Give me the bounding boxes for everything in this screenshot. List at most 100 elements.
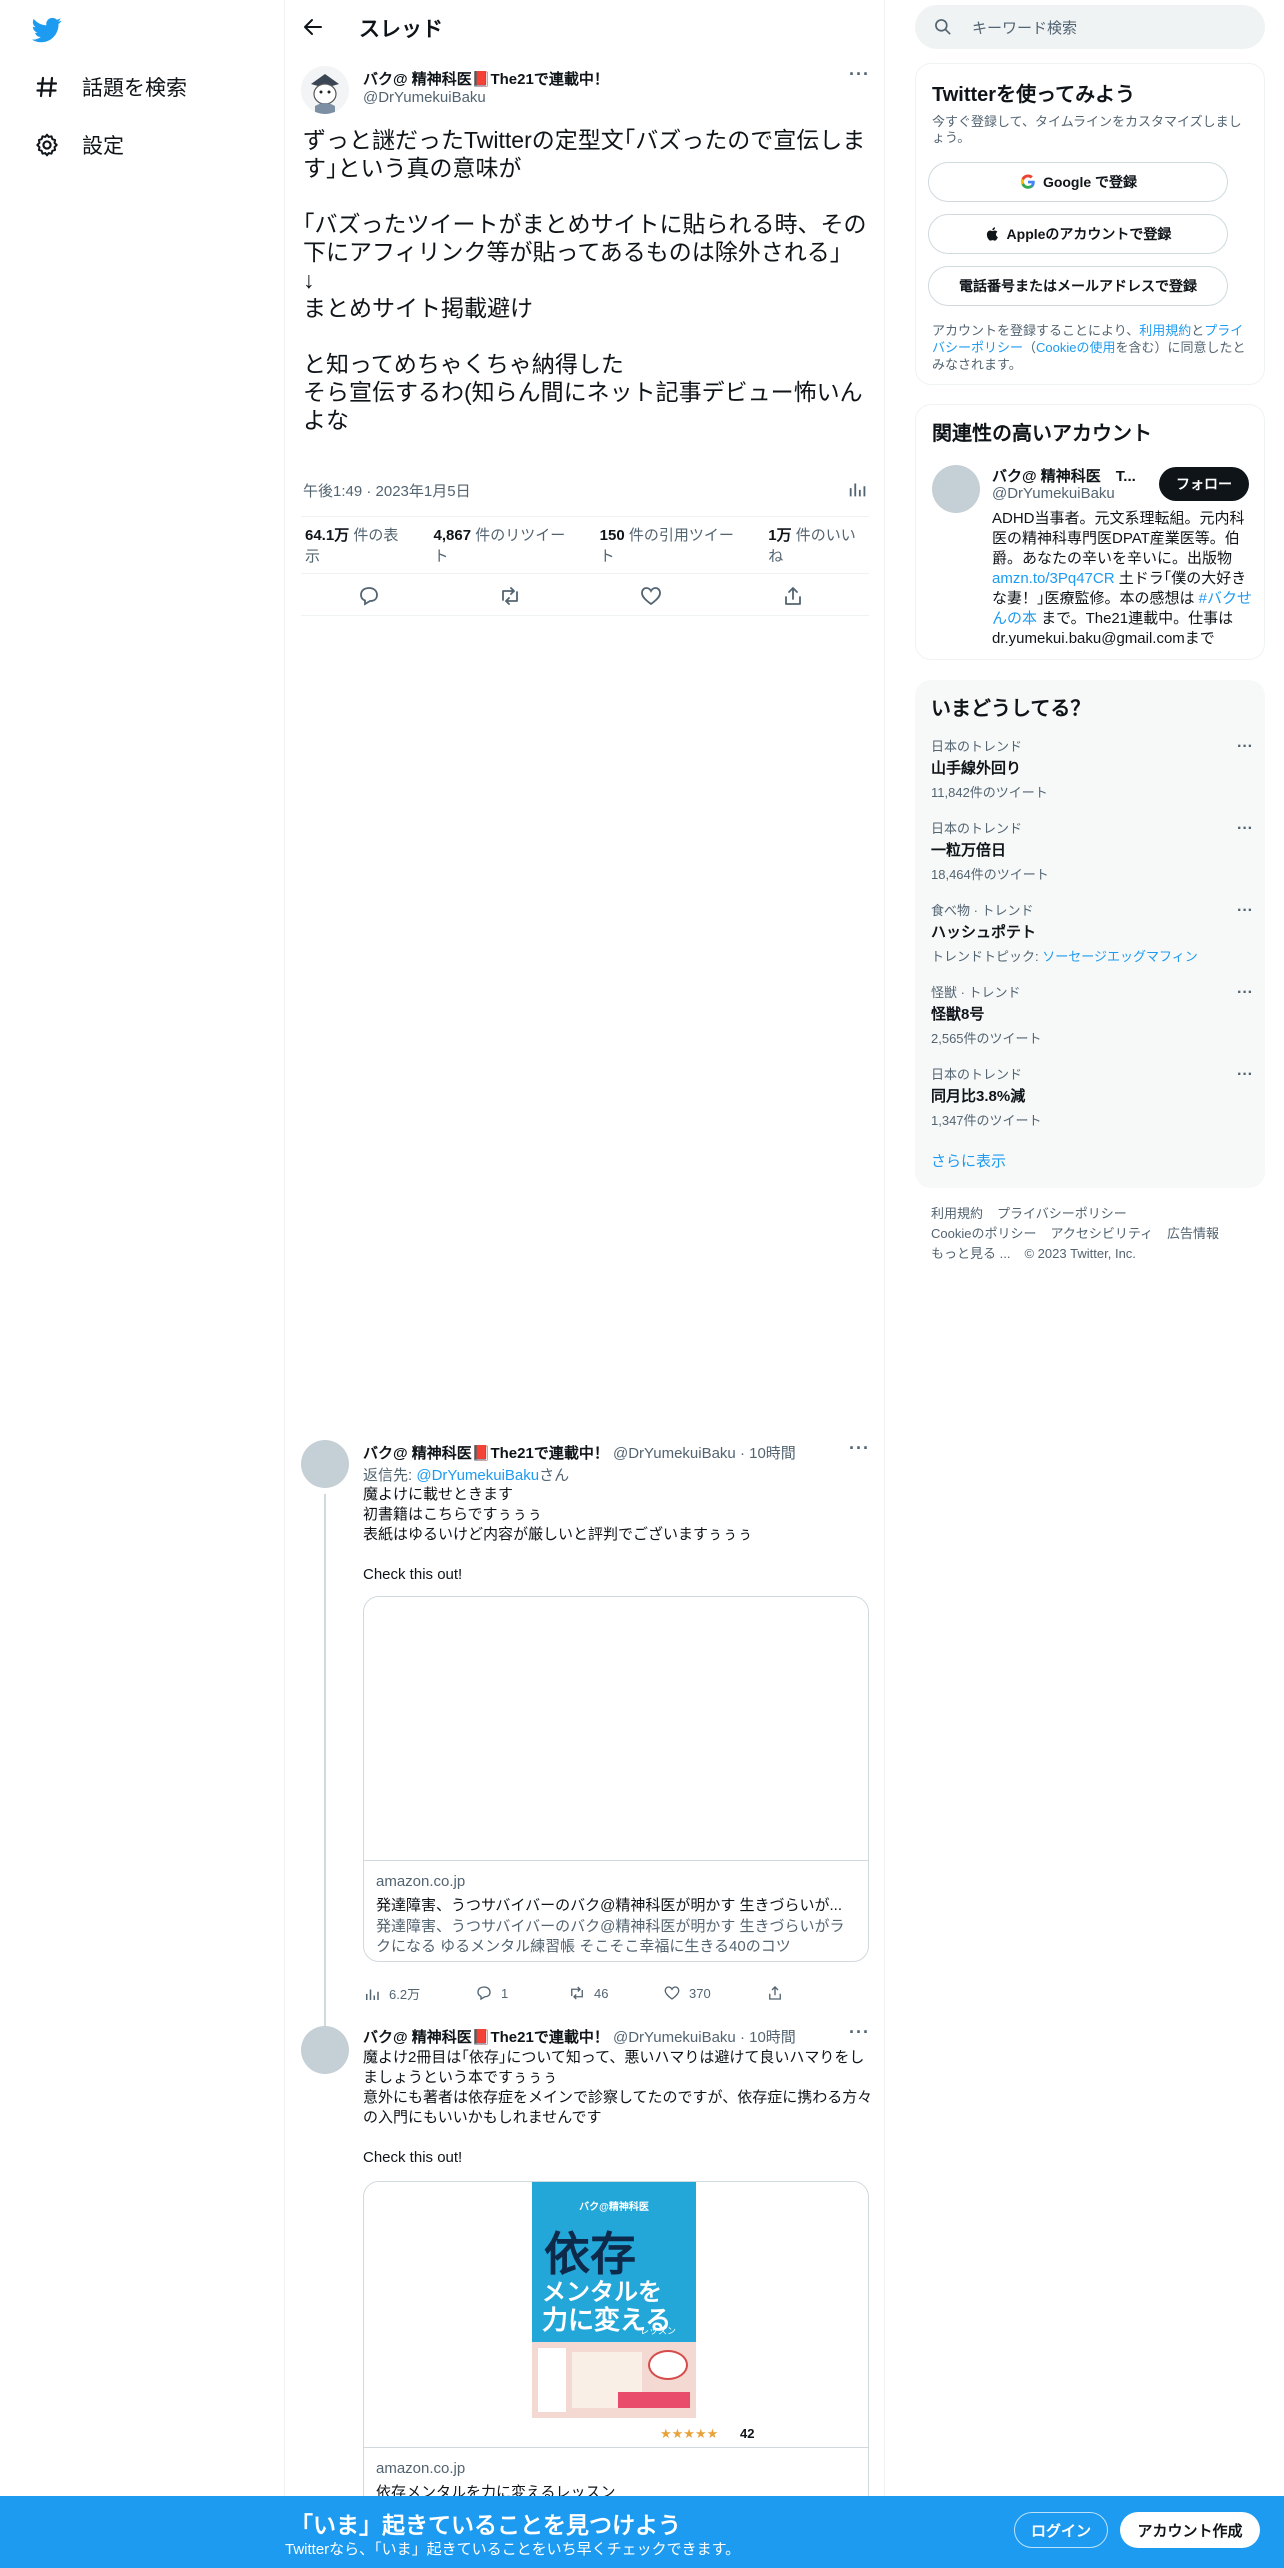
footer-privacy[interactable]: プライバシーポリシー (997, 1206, 1127, 1221)
like-button[interactable]: 370 (663, 1984, 711, 2002)
nav-explore-label: 話題を検索 (82, 77, 187, 100)
reply-header: バク@ 精神科医📕The21で連載中！ @DrYumekuiBaku · 10時… (363, 1445, 796, 1462)
back-arrow-icon[interactable] (301, 15, 325, 39)
follow-button[interactable]: フォロー (1159, 467, 1249, 501)
bottom-signup-bar: 「いま」起きていることを見つけよう Twitterなら、「いま」起きていることを… (0, 2496, 1284, 2568)
footer-links: 利用規約 プライバシーポリシー Cookieのポリシー アクセシビリティ 広告情報 も… (931, 1204, 1251, 1264)
trend-topic-link[interactable]: ソーセージエッグマフィン (1042, 949, 1197, 964)
cookie-link[interactable]: Cookieの使用 (1036, 340, 1115, 355)
related-bio: ADHD当事者。元文系理転組。元内科医の精神科専門医DPAT産業医等。伯爵。あな… (992, 510, 1253, 647)
trend-item[interactable]: 日本のトレンド 一粒万倍日 18,464件のツイート ··· (931, 818, 1253, 883)
page-title: スレッド (359, 18, 443, 41)
reply-author-handle[interactable]: @DrYumekuiBaku (613, 2029, 736, 2046)
tweet-timestamp[interactable]: 午後1:49 · 2023年1月5日 (303, 480, 471, 501)
replying-to-link[interactable]: @DrYumekuiBaku (416, 1467, 539, 1484)
views-icon (366, 1989, 379, 2000)
reply-text: 魔よけに載せときます 初書籍はこちらですぅぅぅ 表紙はゆるいけど内容が厳しいと評… (363, 1486, 753, 1583)
hashtag-icon (34, 74, 60, 100)
login-button[interactable]: ログイン (1014, 2512, 1108, 2548)
footer-accessibility[interactable]: アクセシビリティ (1050, 1226, 1153, 1241)
views-button[interactable]: 6.2万 (363, 1984, 420, 2003)
link-card[interactable]: amazon.co.jp 発達障害、うつサバイバーのバク@精神科医が明かす 生き… (363, 1596, 869, 1962)
left-nav: 話題を検索 設定 (0, 0, 284, 2568)
footer-terms[interactable]: 利用規約 (931, 1206, 983, 1221)
nav-explore[interactable]: 話題を検索 (34, 65, 187, 109)
author-name[interactable]: バク@ 精神科医📕The21で連載中！ (363, 68, 609, 89)
show-more-link[interactable]: さらに表示 (931, 1150, 1006, 1171)
reply-author-name[interactable]: バク@ 精神科医📕The21で連載中！ (363, 2029, 609, 2046)
card-domain: amazon.co.jp (376, 2460, 466, 2477)
reply-author-name[interactable]: バク@ 精神科医📕The21で連載中！ (363, 1445, 609, 1462)
card-title: 発達障害、うつサバイバーのバク@精神科医が明かす 生きづらいが... (376, 1897, 843, 1914)
related-handle[interactable]: @DrYumekuiBaku (992, 485, 1115, 502)
signup-title: Twitterを使ってみよう (932, 84, 1136, 106)
more-options-icon[interactable]: ··· (849, 2022, 870, 2043)
tweet-text: ずっと謎だったTwitterの定型文｢バズったので宣伝します｣という真の意味が … (303, 127, 867, 433)
twitter-logo-icon[interactable] (30, 14, 64, 44)
signup-subtitle: 今すぐ登録して、タイムラインをカスタマイズしましょう。 (932, 114, 1242, 145)
google-signup-button[interactable]: Google で登録 (928, 162, 1228, 202)
footer-cookie[interactable]: Cookieのポリシー (931, 1226, 1036, 1241)
trend-more-icon[interactable]: ··· (1237, 1066, 1253, 1084)
share-button[interactable] (766, 1984, 784, 2002)
reply-time[interactable]: 10時間 (749, 2029, 796, 2046)
reply-avatar[interactable] (301, 2026, 349, 2074)
footer-more[interactable]: もっと見る ... (931, 1246, 1010, 1261)
share-icon[interactable] (781, 584, 805, 608)
author-avatar[interactable] (301, 66, 349, 114)
retweets-stat[interactable]: 4,867 件のリツイート (434, 524, 578, 566)
likes-stat[interactable]: 1万 件のいいね (768, 524, 869, 566)
thread-header: スレッド (285, 0, 885, 54)
trend-more-icon[interactable]: ··· (1237, 984, 1253, 1002)
reply-button[interactable]: 1 (475, 1984, 508, 2002)
book-title-4: レッスン (640, 2326, 677, 2336)
apple-signup-button[interactable]: Appleのアカウントで登録 (928, 214, 1228, 254)
reply-avatar[interactable] (301, 1440, 349, 1488)
footer-ads[interactable]: 広告情報 (1167, 1226, 1219, 1241)
retweet-icon[interactable] (498, 584, 522, 608)
search-input[interactable]: キーワード検索 (972, 17, 1077, 38)
related-avatar[interactable] (932, 465, 980, 513)
trend-more-icon[interactable]: ··· (1237, 738, 1253, 756)
search-icon (935, 19, 951, 35)
search-bar[interactable]: キーワード検索 (915, 5, 1265, 49)
trend-item[interactable]: 日本のトレンド 山手線外回り 11,842件のツイート ··· (931, 736, 1253, 801)
trend-item[interactable]: 食べ物 · トレンド ハッシュポテト トレンドトピック: ソーセージエッグマフィ… (931, 900, 1253, 965)
quotes-stat[interactable]: 150 件の引用ツイート (600, 524, 747, 566)
analytics-icon[interactable] (847, 478, 869, 500)
nav-settings[interactable]: 設定 (34, 123, 124, 167)
create-account-button[interactable]: アカウント作成 (1120, 2512, 1260, 2548)
more-options-icon[interactable]: ··· (849, 64, 870, 85)
retweet-button[interactable]: 46 (568, 1984, 608, 2002)
bio-link[interactable]: amzn.to/3Pq47CR (992, 570, 1115, 587)
apple-icon (986, 227, 998, 241)
reply-time[interactable]: 10時間 (749, 1445, 796, 1462)
reply-author-handle[interactable]: @DrYumekuiBaku (613, 1445, 736, 1462)
share-icon (769, 1986, 781, 2000)
trend-more-icon[interactable]: ··· (1237, 820, 1253, 838)
book-band (532, 2342, 696, 2418)
trend-more-icon[interactable]: ··· (1237, 902, 1253, 920)
related-accounts-panel: 関連性の高いアカウント バク@ 精神科医 T... @DrYumekuiBaku… (915, 404, 1265, 660)
nav-settings-label: 設定 (82, 135, 124, 158)
like-icon[interactable] (639, 584, 663, 608)
trends-panel: いまどうしてる？ 日本のトレンド 山手線外回り 11,842件のツイート ···… (915, 680, 1265, 1188)
reply-icon[interactable] (357, 584, 381, 608)
terms-link[interactable]: 利用規約 (1139, 323, 1191, 338)
views-stat[interactable]: 64.1万 件の表示 (305, 524, 412, 566)
thread-connector (324, 1494, 326, 2050)
more-options-icon[interactable]: ··· (849, 1438, 870, 1459)
trend-item[interactable]: 怪獣 · トレンド 怪獣8号 2,565件のツイート ··· (931, 982, 1253, 1047)
author-handle[interactable]: @DrYumekuiBaku (363, 89, 486, 106)
card-image (364, 1597, 868, 1861)
phone-email-signup-button[interactable]: 電話番号またはメールアドレスで登録 (928, 266, 1228, 306)
related-name[interactable]: バク@ 精神科医 T... (992, 465, 1142, 486)
signup-panel: Twitterを使ってみよう 今すぐ登録して、タイムラインをカスタマイズしましょ… (915, 63, 1265, 385)
trend-item[interactable]: 日本のトレンド 同月比3.8%減 1,347件のツイート ··· (931, 1064, 1253, 1129)
card-image: バク@精神科医 依存 メンタルを 力に変える レッスン ★★★★★ 42 (364, 2182, 868, 2448)
replying-to: 返信先: @DrYumekuiBakuさん (363, 1467, 570, 1484)
reply-text: 魔よけ2冊目は｢依存｣について知って、悪いハマりは避けて良いハマりをしましょうと… (363, 2049, 873, 2166)
rating-stars-icon: ★★★★★ (660, 2426, 719, 2441)
footer-copyright: © 2023 Twitter, Inc. (1024, 1246, 1136, 1261)
reply-icon (477, 1986, 491, 2001)
